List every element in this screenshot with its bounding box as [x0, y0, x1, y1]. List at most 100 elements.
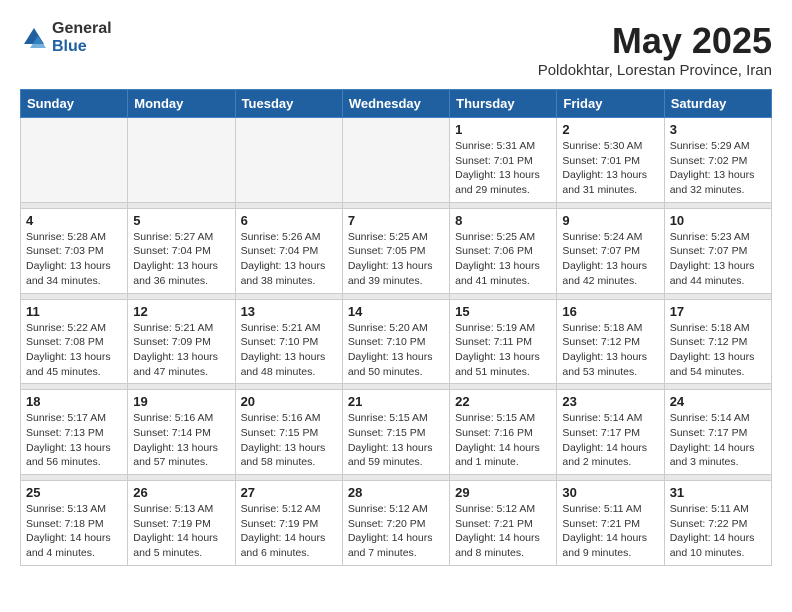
month-title: May 2025: [538, 20, 772, 62]
day-info: Sunrise: 5:15 AMSunset: 7:16 PMDaylight:…: [455, 411, 551, 470]
calendar-cell: 11 Sunrise: 5:22 AMSunset: 7:08 PMDayligh…: [21, 299, 128, 384]
day-number: 8: [455, 213, 551, 228]
day-info: Sunrise: 5:25 AMSunset: 7:05 PMDaylight:…: [348, 230, 444, 289]
day-info: Sunrise: 5:18 AMSunset: 7:12 PMDaylight:…: [562, 321, 658, 380]
day-info: Sunrise: 5:18 AMSunset: 7:12 PMDaylight:…: [670, 321, 766, 380]
calendar-cell: 23 Sunrise: 5:14 AMSunset: 7:17 PMDayligh…: [557, 390, 664, 475]
calendar-cell: 29Sunrise: 5:12 AMSunset: 7:21 PMDayligh…: [450, 481, 557, 566]
day-number: 14: [348, 304, 444, 319]
calendar-cell: [21, 118, 128, 203]
day-info: Sunrise: 5:22 AMSunset: 7:08 PMDaylight:…: [26, 321, 122, 380]
day-number: 28: [348, 485, 444, 500]
day-number: 13: [241, 304, 337, 319]
day-number: 12: [133, 304, 229, 319]
day-info: Sunrise: 5:12 AMSunset: 7:20 PMDaylight:…: [348, 502, 444, 561]
calendar-week-row-5: 25Sunrise: 5:13 AMSunset: 7:18 PMDayligh…: [21, 481, 772, 566]
day-info: Sunrise: 5:31 AMSunset: 7:01 PMDaylight:…: [455, 139, 551, 198]
day-info: Sunrise: 5:13 AMSunset: 7:19 PMDaylight:…: [133, 502, 229, 561]
weekday-header-wednesday: Wednesday: [342, 90, 449, 118]
calendar-week-row-1: 1 Sunrise: 5:31 AMSunset: 7:01 PMDaylight…: [21, 118, 772, 203]
calendar-cell: 10Sunrise: 5:23 AMSunset: 7:07 PMDayligh…: [664, 208, 771, 293]
calendar-cell: 15Sunrise: 5:19 AMSunset: 7:11 PMDayligh…: [450, 299, 557, 384]
calendar-cell: 21Sunrise: 5:15 AMSunset: 7:15 PMDayligh…: [342, 390, 449, 475]
day-info: Sunrise: 5:26 AMSunset: 7:04 PMDaylight:…: [241, 230, 337, 289]
day-number: 17: [670, 304, 766, 319]
day-number: 29: [455, 485, 551, 500]
weekday-header-monday: Monday: [128, 90, 235, 118]
day-number: 11: [26, 304, 122, 319]
day-info: Sunrise: 5:24 AMSunset: 7:07 PMDaylight:…: [562, 230, 658, 289]
calendar-cell: 8 Sunrise: 5:25 AMSunset: 7:06 PMDaylight…: [450, 208, 557, 293]
day-number: 30: [562, 485, 658, 500]
day-info: Sunrise: 5:15 AMSunset: 7:15 PMDaylight:…: [348, 411, 444, 470]
calendar-cell: 5 Sunrise: 5:27 AMSunset: 7:04 PMDaylight…: [128, 208, 235, 293]
calendar-cell: 25Sunrise: 5:13 AMSunset: 7:18 PMDayligh…: [21, 481, 128, 566]
calendar-cell: 22 Sunrise: 5:15 AMSunset: 7:16 PMDayligh…: [450, 390, 557, 475]
day-number: 9: [562, 213, 658, 228]
day-number: 2: [562, 122, 658, 137]
day-info: Sunrise: 5:16 AMSunset: 7:15 PMDaylight:…: [241, 411, 337, 470]
day-info: Sunrise: 5:25 AMSunset: 7:06 PMDaylight:…: [455, 230, 551, 289]
day-number: 10: [670, 213, 766, 228]
day-info: Sunrise: 5:17 AMSunset: 7:13 PMDaylight:…: [26, 411, 122, 470]
day-info: Sunrise: 5:11 AMSunset: 7:21 PMDaylight:…: [562, 502, 658, 561]
calendar-cell: 30 Sunrise: 5:11 AMSunset: 7:21 PMDayligh…: [557, 481, 664, 566]
day-number: 5: [133, 213, 229, 228]
calendar-cell: 9 Sunrise: 5:24 AMSunset: 7:07 PMDaylight…: [557, 208, 664, 293]
day-number: 20: [241, 394, 337, 409]
day-info: Sunrise: 5:14 AMSunset: 7:17 PMDaylight:…: [670, 411, 766, 470]
day-number: 24: [670, 394, 766, 409]
calendar-cell: 31 Sunrise: 5:11 AMSunset: 7:22 PMDayligh…: [664, 481, 771, 566]
day-number: 22: [455, 394, 551, 409]
day-info: Sunrise: 5:13 AMSunset: 7:18 PMDaylight:…: [26, 502, 122, 561]
title-section: May 2025 Poldokhtar, Lorestan Province, …: [538, 20, 772, 79]
day-number: 6: [241, 213, 337, 228]
day-number: 31: [670, 485, 766, 500]
day-info: Sunrise: 5:16 AMSunset: 7:14 PMDaylight:…: [133, 411, 229, 470]
calendar-cell: 17 Sunrise: 5:18 AMSunset: 7:12 PMDayligh…: [664, 299, 771, 384]
day-number: 16: [562, 304, 658, 319]
day-info: Sunrise: 5:19 AMSunset: 7:11 PMDaylight:…: [455, 321, 551, 380]
calendar-cell: 3 Sunrise: 5:29 AMSunset: 7:02 PMDaylight…: [664, 118, 771, 203]
day-info: Sunrise: 5:14 AMSunset: 7:17 PMDaylight:…: [562, 411, 658, 470]
day-number: 23: [562, 394, 658, 409]
day-number: 27: [241, 485, 337, 500]
logo-blue-text: Blue: [52, 38, 112, 56]
calendar-cell: 24 Sunrise: 5:14 AMSunset: 7:17 PMDayligh…: [664, 390, 771, 475]
calendar-cell: 14 Sunrise: 5:20 AMSunset: 7:10 PMDayligh…: [342, 299, 449, 384]
calendar-cell: 13 Sunrise: 5:21 AMSunset: 7:10 PMDayligh…: [235, 299, 342, 384]
day-info: Sunrise: 5:30 AMSunset: 7:01 PMDaylight:…: [562, 139, 658, 198]
day-info: Sunrise: 5:28 AMSunset: 7:03 PMDaylight:…: [26, 230, 122, 289]
day-info: Sunrise: 5:21 AMSunset: 7:10 PMDaylight:…: [241, 321, 337, 380]
day-number: 7: [348, 213, 444, 228]
location-title: Poldokhtar, Lorestan Province, Iran: [538, 62, 772, 79]
day-number: 4: [26, 213, 122, 228]
page-header: General Blue May 2025 Poldokhtar, Lorest…: [20, 20, 772, 79]
calendar-week-row-3: 11 Sunrise: 5:22 AMSunset: 7:08 PMDayligh…: [21, 299, 772, 384]
day-number: 3: [670, 122, 766, 137]
day-info: Sunrise: 5:27 AMSunset: 7:04 PMDaylight:…: [133, 230, 229, 289]
calendar-cell: 4 Sunrise: 5:28 AMSunset: 7:03 PMDaylight…: [21, 208, 128, 293]
calendar-cell: [128, 118, 235, 203]
day-info: Sunrise: 5:29 AMSunset: 7:02 PMDaylight:…: [670, 139, 766, 198]
day-info: Sunrise: 5:12 AMSunset: 7:19 PMDaylight:…: [241, 502, 337, 561]
calendar-cell: 7 Sunrise: 5:25 AMSunset: 7:05 PMDaylight…: [342, 208, 449, 293]
calendar-cell: [235, 118, 342, 203]
calendar-cell: 27 Sunrise: 5:12 AMSunset: 7:19 PMDayligh…: [235, 481, 342, 566]
weekday-header-saturday: Saturday: [664, 90, 771, 118]
calendar-table: SundayMondayTuesdayWednesdayThursdayFrid…: [20, 89, 772, 566]
day-number: 26: [133, 485, 229, 500]
logo: General Blue: [20, 20, 112, 55]
calendar-cell: [342, 118, 449, 203]
weekday-header-sunday: Sunday: [21, 90, 128, 118]
calendar-cell: 6 Sunrise: 5:26 AMSunset: 7:04 PMDaylight…: [235, 208, 342, 293]
weekday-header-tuesday: Tuesday: [235, 90, 342, 118]
weekday-header-friday: Friday: [557, 90, 664, 118]
day-info: Sunrise: 5:20 AMSunset: 7:10 PMDaylight:…: [348, 321, 444, 380]
day-info: Sunrise: 5:21 AMSunset: 7:09 PMDaylight:…: [133, 321, 229, 380]
day-number: 1: [455, 122, 551, 137]
day-info: Sunrise: 5:11 AMSunset: 7:22 PMDaylight:…: [670, 502, 766, 561]
calendar-week-row-4: 18Sunrise: 5:17 AMSunset: 7:13 PMDayligh…: [21, 390, 772, 475]
weekday-header-thursday: Thursday: [450, 90, 557, 118]
calendar-cell: 20 Sunrise: 5:16 AMSunset: 7:15 PMDayligh…: [235, 390, 342, 475]
